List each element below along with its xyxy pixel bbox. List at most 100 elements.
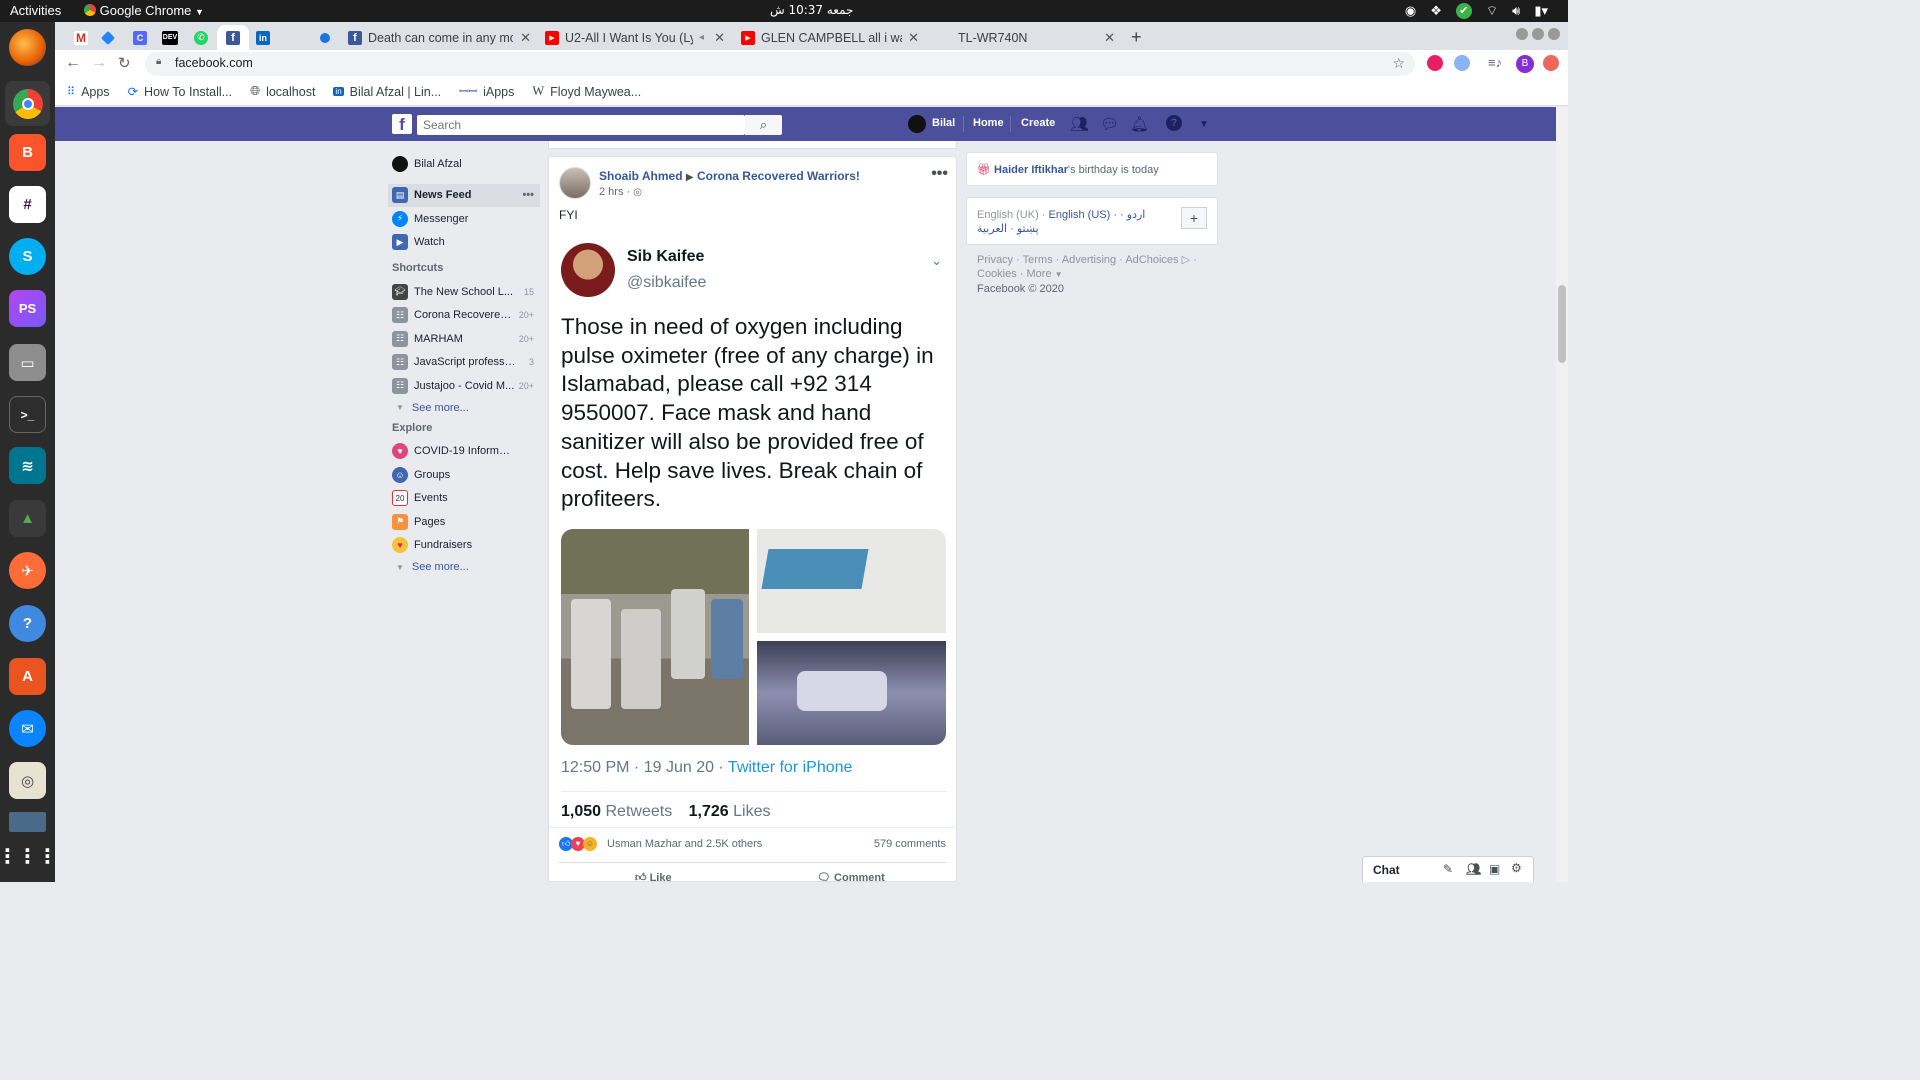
tab-glen-campbell[interactable]: ▶ GLEN CAMPBELL all i wan ✕ bbox=[741, 25, 919, 50]
new-tab-button[interactable]: + bbox=[1131, 25, 1142, 50]
sidebar-item-watch[interactable]: ▶ Watch bbox=[388, 231, 540, 255]
bookmark-localhost[interactable]: 🌐︎ localhost bbox=[250, 84, 315, 99]
tab-facebook[interactable]: f bbox=[217, 25, 249, 50]
activities-button[interactable]: Activities bbox=[10, 3, 61, 18]
close-icon[interactable]: ✕ bbox=[520, 30, 531, 46]
sidebar-item-messenger[interactable]: ⚡ Messenger bbox=[388, 207, 540, 231]
wifi-icon[interactable]: ⌔ bbox=[1486, 3, 1498, 19]
postman-icon[interactable]: ✈ bbox=[9, 552, 46, 589]
account-menu-icon[interactable]: ▼ bbox=[1199, 119, 1209, 130]
new-group-icon[interactable]: 👥︎ bbox=[1466, 862, 1481, 876]
tab-dev[interactable]: DEV bbox=[156, 25, 184, 50]
sidebar-item-news-feed[interactable]: ▤ News Feed ••• bbox=[388, 183, 540, 207]
sidebar-item-shortcut[interactable]: ☷ Corona Recovered ... 20+ bbox=[388, 304, 540, 328]
back-icon[interactable]: ← bbox=[65, 54, 81, 72]
reactions-text[interactable]: Usman Mazhar and 2.5K others bbox=[607, 838, 762, 850]
messenger-icon[interactable]: 💬︎ bbox=[1100, 115, 1119, 133]
tab-death-can-come[interactable]: f Death can come in any mo ✕ bbox=[348, 25, 531, 50]
terminal-icon[interactable]: >_ bbox=[9, 396, 46, 433]
see-more-explore[interactable]: ▼ See more... bbox=[388, 557, 540, 577]
chat-bar[interactable]: Chat ✎ 👥︎ ▣ ⚙ bbox=[1362, 856, 1534, 882]
sidebar-item-events[interactable]: 20 Events bbox=[388, 487, 540, 511]
sidebar-item-groups[interactable]: ☺ Groups bbox=[388, 463, 540, 487]
phpstorm-icon[interactable]: PS bbox=[9, 290, 46, 327]
bookmark-how-to-install[interactable]: ⟳ How To Install... bbox=[128, 84, 233, 100]
comments-count[interactable]: 579 comments bbox=[874, 838, 946, 850]
sidebar-item-shortcut[interactable]: 🎓︎ The New School L... 15 bbox=[388, 280, 540, 304]
reaction-icons[interactable]: 👍︎ ♥ ☺ bbox=[559, 837, 597, 851]
sidebar-item-pages[interactable]: ⚑ Pages bbox=[388, 510, 540, 534]
author-name[interactable]: Shoaib Ahmed bbox=[599, 169, 683, 183]
maximize-icon[interactable] bbox=[1532, 28, 1544, 40]
page-scrollbar[interactable] bbox=[1556, 107, 1568, 882]
group-name[interactable]: Corona Recovered Warriors! bbox=[697, 169, 860, 183]
media-control-icon[interactable]: ≡♪ bbox=[1488, 55, 1502, 70]
settings-gear-icon[interactable]: ⚙ bbox=[1511, 861, 1522, 875]
extension-moon-icon[interactable] bbox=[1427, 55, 1443, 71]
rhythmbox-icon[interactable]: ◎ bbox=[9, 762, 46, 799]
nav-profile[interactable]: Bilal bbox=[932, 117, 955, 129]
skype-icon[interactable]: S bbox=[9, 238, 46, 275]
footer-links-line1[interactable]: Privacy · Terms · Advertising · AdChoice… bbox=[977, 254, 1179, 266]
notifications-icon[interactable]: 🔔︎ bbox=[1130, 115, 1149, 133]
tab-c[interactable]: C bbox=[126, 25, 154, 50]
post-timestamp[interactable]: 2 hrs bbox=[599, 186, 623, 198]
system-tray[interactable]: ◉ ❖ ✔ ⌔ 🔊︎ ▮▾ bbox=[1405, 3, 1548, 19]
sidebar-item-covid[interactable]: ♥ COVID-19 Informat... bbox=[388, 440, 540, 464]
close-icon[interactable]: ✕ bbox=[714, 30, 725, 46]
mysql-workbench-icon[interactable]: ≋ bbox=[9, 447, 46, 484]
firefox-icon[interactable] bbox=[9, 29, 46, 66]
sidebar-item-shortcut[interactable]: ☷ JavaScript professi... 3 bbox=[388, 351, 540, 375]
audio-icon[interactable]: ◂ bbox=[699, 32, 704, 43]
comment-button[interactable]: 🗨︎ Comment bbox=[817, 871, 885, 881]
close-window-icon[interactable] bbox=[1548, 28, 1560, 40]
see-more-shortcuts[interactable]: ▼ See more... bbox=[388, 398, 540, 418]
close-icon[interactable]: ✕ bbox=[1104, 30, 1115, 46]
forward-icon[interactable]: → bbox=[91, 54, 107, 72]
bookmark-linkedin[interactable]: in Bilal Afzal | Lin... bbox=[333, 85, 441, 99]
tab-whatsapp[interactable]: ✆ bbox=[187, 25, 215, 50]
like-button[interactable]: 👍︎ Like bbox=[635, 871, 672, 881]
search-input[interactable] bbox=[417, 115, 745, 135]
nav-create[interactable]: Create bbox=[1021, 117, 1055, 129]
profile-avatar[interactable]: B bbox=[1516, 55, 1534, 73]
tab-jira[interactable] bbox=[94, 25, 122, 50]
tab-gmail[interactable]: M bbox=[67, 25, 95, 50]
bookmark-floyd[interactable]: W Floyd Maywea... bbox=[532, 84, 641, 99]
compose-icon[interactable]: ✎ bbox=[1443, 862, 1453, 876]
tab-tl-wr740n[interactable]: TL-WR740N ✕ bbox=[938, 25, 1115, 50]
footer-links-line2[interactable]: Cookies · More bbox=[977, 268, 1052, 280]
robo3t-icon[interactable]: ▲ bbox=[9, 500, 46, 537]
more-options-icon[interactable]: ••• bbox=[522, 189, 534, 201]
sidebar-item-shortcut[interactable]: ☷ Justajoo - Covid M... 20+ bbox=[388, 374, 540, 398]
tab-globe[interactable] bbox=[311, 25, 339, 50]
sidebar-item-profile[interactable]: Bilal Afzal bbox=[388, 152, 540, 176]
brave-icon[interactable]: B bbox=[9, 134, 46, 171]
search-button[interactable]: ⌕ bbox=[745, 115, 782, 135]
extension-search-icon[interactable] bbox=[1454, 55, 1470, 71]
help-icon[interactable]: ? bbox=[1166, 115, 1182, 131]
reload-icon[interactable]: ↻ bbox=[118, 54, 131, 72]
app-menu[interactable]: Google Chrome ▼ bbox=[84, 3, 204, 18]
files-icon[interactable]: ▭ bbox=[9, 344, 46, 381]
scrollbar-thumb[interactable] bbox=[1558, 285, 1566, 363]
tab-blank[interactable] bbox=[281, 25, 309, 50]
volume-icon[interactable]: 🔊︎ bbox=[1512, 3, 1520, 19]
tab-u2[interactable]: ▶ U2-All I Want Is You (Ly ◂ ✕ bbox=[545, 25, 725, 50]
nav-home[interactable]: Home bbox=[973, 117, 1004, 129]
author-avatar[interactable] bbox=[559, 167, 591, 199]
slack-icon[interactable]: # bbox=[9, 186, 46, 223]
clock[interactable]: جمعه 10:37 ش bbox=[770, 3, 853, 17]
battery-icon[interactable]: ▮▾ bbox=[1534, 3, 1548, 19]
record-icon[interactable]: ◉ bbox=[1405, 3, 1416, 19]
facebook-logo[interactable]: f bbox=[392, 114, 412, 134]
tab-linkedin[interactable]: in bbox=[249, 25, 277, 50]
sidebar-item-shortcut[interactable]: ☷ MARHAM 20+ bbox=[388, 327, 540, 351]
dropbox-icon[interactable]: ❖ bbox=[1430, 3, 1442, 19]
privacy-globe-icon[interactable]: ◎ bbox=[633, 187, 642, 198]
check-icon[interactable]: ✔ bbox=[1455, 3, 1472, 19]
birthday-person[interactable]: Haider Iftikhar bbox=[994, 164, 1068, 176]
close-icon[interactable]: ✕ bbox=[908, 30, 919, 46]
bookmark-iapps[interactable]: ꟷꟷ iApps bbox=[459, 84, 514, 99]
address-bar[interactable]: 🔒︎ facebook.com ☆ bbox=[145, 52, 1415, 76]
